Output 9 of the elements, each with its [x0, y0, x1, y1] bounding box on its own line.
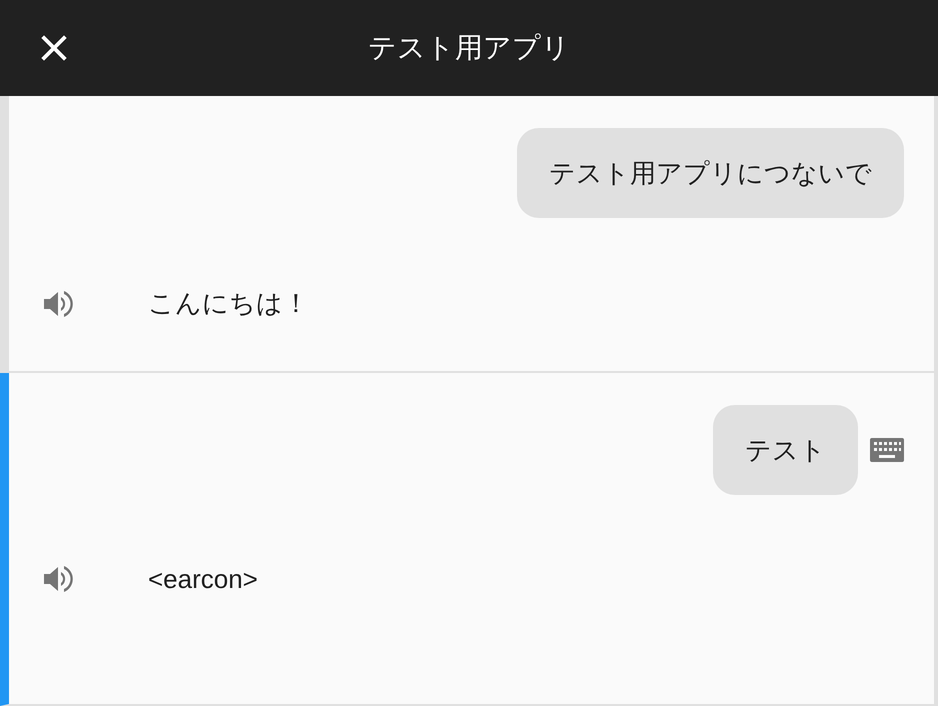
close-icon[interactable] — [39, 33, 69, 63]
assistant-response: <earcon> — [148, 564, 258, 594]
conversation-turn[interactable]: テスト <earcon> — [0, 373, 938, 706]
speaker-icon — [42, 563, 74, 595]
assistant-response: こんにちは！ — [148, 287, 309, 320]
user-message: テスト — [713, 405, 858, 495]
conversation-turn[interactable]: テスト用アプリにつないで こんにちは！ — [0, 96, 938, 373]
user-message: テスト用アプリにつないで — [517, 128, 904, 218]
window-title: テスト用アプリ — [368, 31, 570, 65]
